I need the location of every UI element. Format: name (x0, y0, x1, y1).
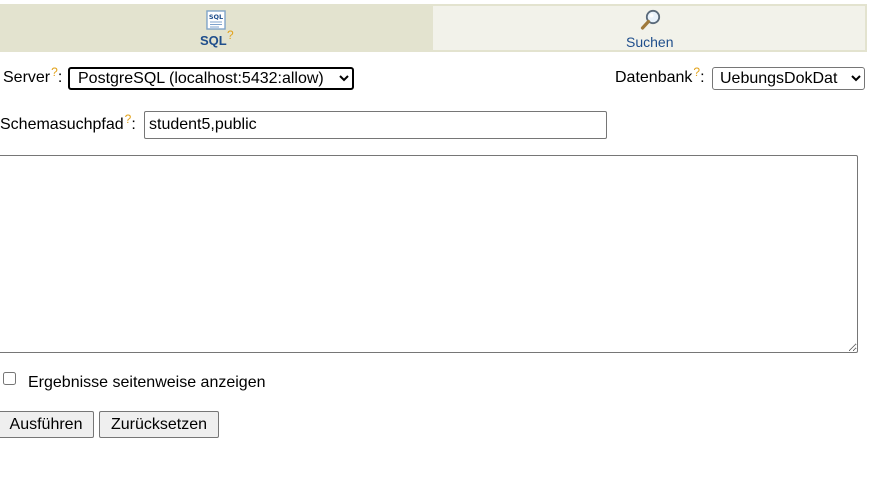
paginate-checkbox[interactable] (3, 372, 16, 385)
database-select[interactable]: UebungsDokDat (712, 67, 865, 90)
run-button[interactable]: Ausführen (0, 411, 94, 438)
schema-help-icon[interactable]: ? (125, 112, 132, 126)
magnifier-icon (640, 9, 662, 36)
server-label-text: Server (3, 69, 51, 86)
tab-bar: SQL SQL ? Suchen (0, 4, 867, 52)
server-label: Server?: (3, 65, 63, 86)
schema-label: Schemasuchpfad?: (0, 112, 136, 133)
database-label: Datenbank?: (615, 65, 705, 86)
tab-search-label: Suchen (626, 34, 674, 50)
database-help-icon[interactable]: ? (693, 65, 700, 79)
tab-sql-label: SQL (200, 33, 227, 48)
server-help-icon[interactable]: ? (51, 65, 58, 79)
reset-button[interactable]: Zurücksetzen (99, 411, 219, 438)
sql-document-icon: SQL (206, 10, 226, 35)
database-label-text: Datenbank (615, 69, 693, 86)
tab-search[interactable]: Suchen (433, 4, 865, 52)
tab-sql[interactable]: SQL SQL ? (0, 4, 433, 52)
svg-text:SQL: SQL (209, 13, 223, 21)
sql-help-icon[interactable]: ? (227, 28, 234, 42)
server-select[interactable]: PostgreSQL (localhost:5432:allow) (68, 67, 354, 90)
sql-query-textarea[interactable] (0, 155, 858, 353)
schema-label-text: Schemasuchpfad (0, 116, 124, 133)
schema-search-path-input[interactable] (144, 111, 607, 139)
paginate-label[interactable]: Ergebnisse seitenweise anzeigen (28, 374, 265, 392)
